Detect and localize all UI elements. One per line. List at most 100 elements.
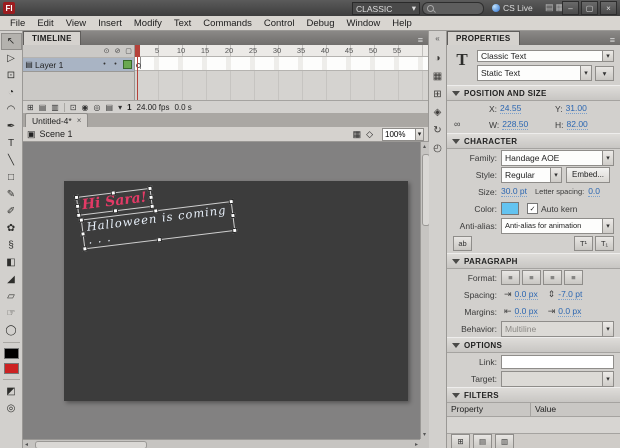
text-color-swatch[interactable] <box>501 202 519 215</box>
y-value[interactable]: 31.00 <box>565 103 587 114</box>
empty-keyframe[interactable] <box>135 57 141 69</box>
layer-name[interactable]: Layer 1 <box>35 60 99 70</box>
menu-file[interactable]: File <box>4 18 31 29</box>
auto-kern-checkbox[interactable] <box>527 203 538 214</box>
pen-tool-icon[interactable]: ✒ <box>1 118 22 135</box>
link-width-height-icon[interactable]: ∞ <box>454 119 460 129</box>
margin-right-value[interactable]: 0.0 px <box>558 306 582 317</box>
horizontal-scroll-thumb[interactable] <box>35 441 147 448</box>
eyedropper-tool-icon[interactable]: ◢ <box>1 271 22 288</box>
expand-dock-icon[interactable]: « <box>435 34 439 43</box>
free-transform-tool-icon[interactable]: ⊡ <box>1 67 22 84</box>
frames-area[interactable]: 5 10 15 20 25 30 35 40 45 50 55 <box>135 45 428 100</box>
menu-help[interactable]: Help <box>386 18 418 29</box>
scroll-right-icon[interactable]: ▸ <box>415 441 418 448</box>
menu-view[interactable]: View <box>60 18 92 29</box>
margin-left-value[interactable]: 0.0 px <box>514 306 538 317</box>
hand-tool-icon[interactable]: ☞ <box>1 305 22 322</box>
menu-commands[interactable]: Commands <box>197 18 258 29</box>
eraser-tool-icon[interactable]: ▱ <box>1 288 22 305</box>
onion-skin-outlines-icon[interactable]: ◎ <box>94 103 101 112</box>
stage[interactable]: Hi Sara! Halloween is coming . . . <box>64 181 408 401</box>
workspace-switcher[interactable]: CLASSIC ▾ <box>352 2 420 15</box>
black-white-colors-icon[interactable]: ◩ <box>1 383 22 400</box>
text-type-select[interactable]: Static Text <box>477 65 592 81</box>
horizontal-scrollbar[interactable]: ◂ ▸ <box>23 439 420 448</box>
minimize-button[interactable]: – <box>562 1 579 15</box>
selection-handle[interactable] <box>228 198 235 205</box>
tab-timeline[interactable]: TIMELINE <box>23 31 81 45</box>
anti-alias-select[interactable]: Anti-alias for animation <box>501 217 614 234</box>
history-panel-icon[interactable]: ◴ <box>430 139 446 157</box>
section-filters[interactable]: FILTERS <box>447 387 620 403</box>
align-right-button[interactable]: ≡ <box>543 270 562 285</box>
selection-handle[interactable] <box>80 231 86 237</box>
document-tab[interactable]: Untitled-4* × <box>25 113 89 127</box>
delete-layer-button[interactable]: ▥ <box>51 103 59 112</box>
scroll-up-icon[interactable]: ▴ <box>423 143 426 150</box>
selection-handle[interactable] <box>73 194 80 201</box>
transform-panel-icon[interactable]: ↻ <box>430 121 446 139</box>
3d-rotation-tool-icon[interactable]: ◔ <box>1 84 22 101</box>
arrange-documents-icon[interactable]: ▤ <box>545 2 554 13</box>
menu-debug[interactable]: Debug <box>301 18 341 29</box>
menu-modify[interactable]: Modify <box>128 18 168 29</box>
align-panel-icon[interactable]: ⊞ <box>430 85 446 103</box>
search-input[interactable] <box>422 2 484 15</box>
indent-value[interactable]: 0.0 px <box>514 289 538 300</box>
section-character[interactable]: CHARACTER <box>447 133 620 149</box>
zoom-dropdown-icon[interactable]: ▾ <box>415 128 423 140</box>
selection-handle[interactable] <box>148 194 155 200</box>
text-tool-icon[interactable]: T <box>1 135 22 152</box>
panel-menu-icon[interactable]: ≡ <box>605 35 620 45</box>
cs-live-button[interactable]: CS Live <box>492 1 533 14</box>
selection-handle[interactable] <box>153 208 159 214</box>
h-value[interactable]: 82.00 <box>566 119 588 130</box>
modify-markers-icon[interactable]: ▾ <box>118 103 122 112</box>
letter-spacing-value[interactable]: 0.0 <box>588 186 601 197</box>
embed-button[interactable]: Embed... <box>566 166 611 183</box>
menu-text[interactable]: Text <box>168 18 197 29</box>
info-panel-icon[interactable]: ◈ <box>430 103 446 121</box>
new-folder-button[interactable]: ▤ <box>39 103 47 112</box>
superscript-button[interactable]: T¹ <box>574 236 593 251</box>
brush-tool-icon[interactable]: ✐ <box>1 203 22 220</box>
scroll-left-icon[interactable]: ◂ <box>25 441 28 448</box>
lock-layers-icon[interactable]: ⊘ <box>112 47 123 55</box>
new-layer-button[interactable]: ⊞ <box>27 103 34 112</box>
x-value[interactable]: 24.55 <box>500 103 522 114</box>
fill-color-swatch[interactable] <box>3 363 19 374</box>
selection-handle[interactable] <box>231 227 238 234</box>
tab-properties[interactable]: PROPERTIES <box>447 31 520 45</box>
selection-handle[interactable] <box>147 185 153 192</box>
show-hide-layers-icon[interactable]: ⊙ <box>101 47 112 55</box>
deco-tool-icon[interactable]: ✿ <box>1 220 22 237</box>
selection-handle[interactable] <box>112 208 118 214</box>
selectable-button[interactable]: ab <box>453 236 472 251</box>
layer-outline-color-swatch[interactable] <box>123 60 132 69</box>
vertical-scroll-thumb[interactable] <box>422 154 429 226</box>
section-position-size[interactable]: POSITION AND SIZE <box>447 85 620 101</box>
filters-list-area[interactable] <box>447 417 620 433</box>
onion-skin-icon[interactable]: ◉ <box>82 103 89 112</box>
panel-menu-icon[interactable]: ≡ <box>413 35 428 45</box>
text-orientation-button[interactable]: ▾ <box>595 65 614 81</box>
selection-handle[interactable] <box>82 246 88 252</box>
line-tool-icon[interactable]: ╲ <box>1 152 22 169</box>
stage-pasteboard[interactable]: Hi Sara! Halloween is coming . . . ▴ ▾ ◂… <box>23 142 429 448</box>
filter-presets-button[interactable]: ▤ <box>473 433 492 448</box>
subscript-button[interactable]: T₁ <box>595 236 614 251</box>
lasso-tool-icon[interactable]: ◠ <box>1 101 22 118</box>
w-value[interactable]: 228.50 <box>502 119 529 130</box>
close-button[interactable]: × <box>600 1 617 15</box>
delete-filter-button[interactable]: ▥ <box>495 433 514 448</box>
vertical-scrollbar[interactable]: ▴ ▾ <box>420 142 429 439</box>
selection-tool-icon[interactable]: ↖ <box>0 33 22 50</box>
center-frame-icon[interactable]: ⊡ <box>70 103 77 112</box>
align-center-button[interactable]: ≡ <box>522 270 541 285</box>
zoom-tool-icon[interactable]: ◯ <box>1 322 22 339</box>
close-tab-icon[interactable]: × <box>77 116 82 125</box>
bone-tool-icon[interactable]: § <box>1 237 22 254</box>
font-family-select[interactable]: Handage AOE <box>501 149 614 166</box>
selected-text-group[interactable]: Hi Sara! Halloween is coming . . . <box>73 178 238 252</box>
